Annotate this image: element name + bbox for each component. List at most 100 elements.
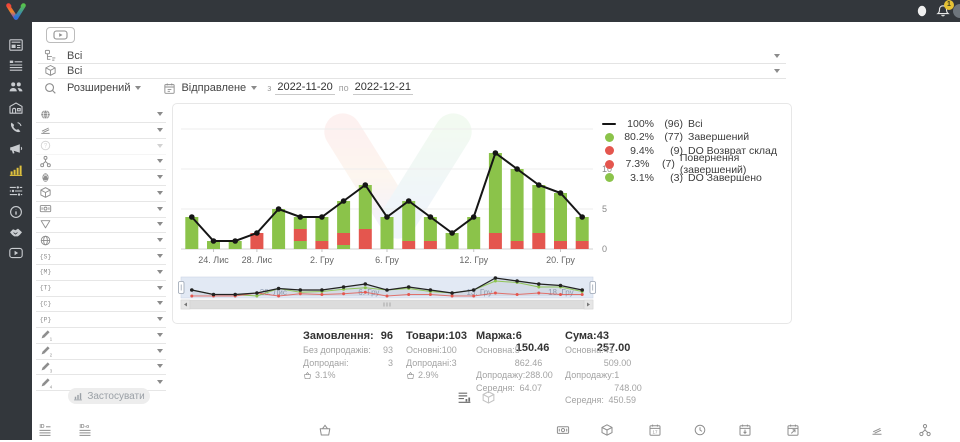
date-type-select[interactable]: Відправлене (163, 82, 257, 95)
legend-item[interactable]: 100% (96) Всі (601, 117, 791, 131)
toolbar-banknote-button[interactable] (556, 423, 570, 437)
question-icon: ? (39, 139, 52, 152)
var-c-icon: {C} (39, 297, 52, 310)
toolbar-clock-button[interactable] (693, 423, 707, 437)
apply-button-label: Застосувати (87, 391, 144, 402)
sidebar-item-calls[interactable] (8, 120, 24, 136)
toolbar-basket-button[interactable] (318, 423, 332, 437)
sidebar-item-company[interactable] (8, 100, 24, 116)
legend-marker-icon (601, 133, 617, 142)
calendar-in-icon (738, 423, 752, 437)
main-sidebar (0, 22, 32, 440)
sidebar-item-orders-list[interactable] (8, 58, 24, 74)
toolbar-calendar-in-button[interactable] (738, 423, 752, 437)
basket-icon (303, 371, 312, 380)
search-mode-value: Розширений (67, 82, 130, 94)
filter-select-var-c[interactable]: {C} (36, 295, 166, 312)
filter-select-fingerprint[interactable] (36, 169, 166, 186)
orders-report-toggle[interactable] (457, 390, 472, 405)
products-report-toggle[interactable] (481, 390, 496, 405)
product-filter-value: Всі (67, 65, 774, 77)
sidebar-item-info[interactable] (8, 204, 24, 220)
calendar-date-icon: 17 (648, 423, 662, 437)
sidebar-item-settings-sliders[interactable] (8, 183, 24, 199)
stat-column: Замовлення:96 Без допродажів:93Допродані… (303, 330, 393, 382)
navigator-handle[interactable] (590, 282, 596, 294)
search-icon[interactable] (44, 82, 57, 95)
tree-icon (39, 155, 52, 168)
toolbar-box-button[interactable] (600, 423, 614, 437)
navigator-handle[interactable] (179, 282, 185, 294)
filter-select-tree[interactable] (36, 153, 166, 170)
partners-icon (8, 224, 24, 240)
filter-select-var-t[interactable]: {T} (36, 280, 166, 297)
search-mode-select[interactable]: Розширений (67, 82, 141, 94)
chevron-down-icon (157, 333, 163, 337)
filter-select-custom-field-2[interactable]: 2 (36, 343, 166, 360)
filter-select-channel[interactable] (36, 122, 166, 139)
legend-marker-icon (601, 173, 617, 182)
var-t-icon: {T} (39, 281, 52, 294)
toolbar-id-rows-button[interactable]: ID (38, 423, 52, 437)
bar-series[interactable] (185, 153, 588, 249)
chevron-down-icon (157, 349, 163, 353)
calendar-link-icon (786, 423, 800, 437)
filter-select-globe-wire[interactable] (36, 232, 166, 249)
sidebar-item-clients[interactable] (8, 79, 24, 95)
chevron-down-icon (157, 380, 163, 384)
toolbar-channel-button[interactable] (870, 423, 884, 437)
legend-item[interactable]: 7.3% (7) Повернення (завершений) (601, 158, 791, 172)
avatar[interactable] (953, 4, 960, 18)
calls-icon (8, 120, 24, 136)
chevron-down-icon (157, 270, 163, 274)
product-filter-row[interactable]: Всі (38, 63, 786, 79)
toolbar-calendar-date-button[interactable]: 17 (648, 423, 662, 437)
sidebar-item-marketing[interactable] (8, 141, 24, 157)
settings-sliders-icon (8, 183, 24, 199)
chevron-down-icon (774, 69, 780, 73)
stat-column: Сума:43 257.00 Основна:41 509.00Допродаж… (565, 330, 636, 407)
filter-select-custom-field-1[interactable]: 1 (36, 327, 166, 344)
chevron-down-icon (157, 254, 163, 258)
filter-select-funnel[interactable] (36, 216, 166, 233)
chevron-down-icon (251, 86, 257, 90)
chevron-down-icon (774, 54, 780, 58)
filter-select-globe-filled[interactable] (36, 106, 166, 123)
sidebar-item-partners[interactable] (8, 224, 24, 240)
banknote-icon (556, 423, 570, 437)
date-from-input[interactable]: 2022-11-20 (275, 81, 334, 95)
sidebar-item-dashboard[interactable] (8, 37, 24, 53)
sidebar-item-analytics[interactable] (8, 162, 24, 178)
filter-select-var-p[interactable]: {P} (36, 311, 166, 328)
sidebar-item-video-tutorials[interactable] (8, 245, 24, 261)
date-to-input[interactable]: 2022-12-21 (353, 81, 413, 95)
video-hint-button[interactable] (46, 27, 75, 43)
filter-select-var-m[interactable]: {M} (36, 264, 166, 281)
navigator[interactable]: 28. Лис6. Гру13. Гру18. Гру (179, 276, 596, 298)
filter-select-question[interactable]: ? (36, 138, 166, 155)
toolbar-calendar-link-button[interactable] (786, 423, 800, 437)
filter-select-box[interactable] (36, 185, 166, 202)
chart-scrollbar[interactable] (181, 300, 593, 309)
filter-select-banknote[interactable] (36, 201, 166, 218)
app-logo-icon[interactable] (4, 2, 28, 21)
fingerprint-icon (39, 171, 52, 184)
toolbar-tree-button[interactable] (918, 423, 932, 437)
bottom-toolbar: ID ID-o 17 (0, 420, 960, 440)
assistant-icon[interactable] (914, 3, 930, 19)
chevron-down-icon (157, 128, 163, 132)
svg-text:24. Лис: 24. Лис (198, 255, 229, 265)
filter-select-var-s[interactable]: {S} (36, 248, 166, 265)
id-rows-icon: ID (38, 423, 52, 437)
filter-select-custom-field-3[interactable]: 3 (36, 358, 166, 375)
svg-text:2: 2 (50, 352, 53, 357)
legend-item[interactable]: 80.2% (77) Завершений (601, 131, 791, 145)
clients-icon (8, 79, 24, 95)
status-filter-row[interactable]: Всі (38, 48, 786, 64)
toolbar-id-rows-alt-button[interactable]: ID-o (78, 423, 92, 437)
chevron-down-icon (135, 86, 141, 90)
apply-button[interactable]: Застосувати (68, 388, 150, 404)
var-p-icon: {P} (39, 313, 52, 326)
info-icon (8, 204, 24, 220)
stat-column: Маржа:6 150.46 Основна:5 862.46Допродажу… (476, 330, 542, 394)
